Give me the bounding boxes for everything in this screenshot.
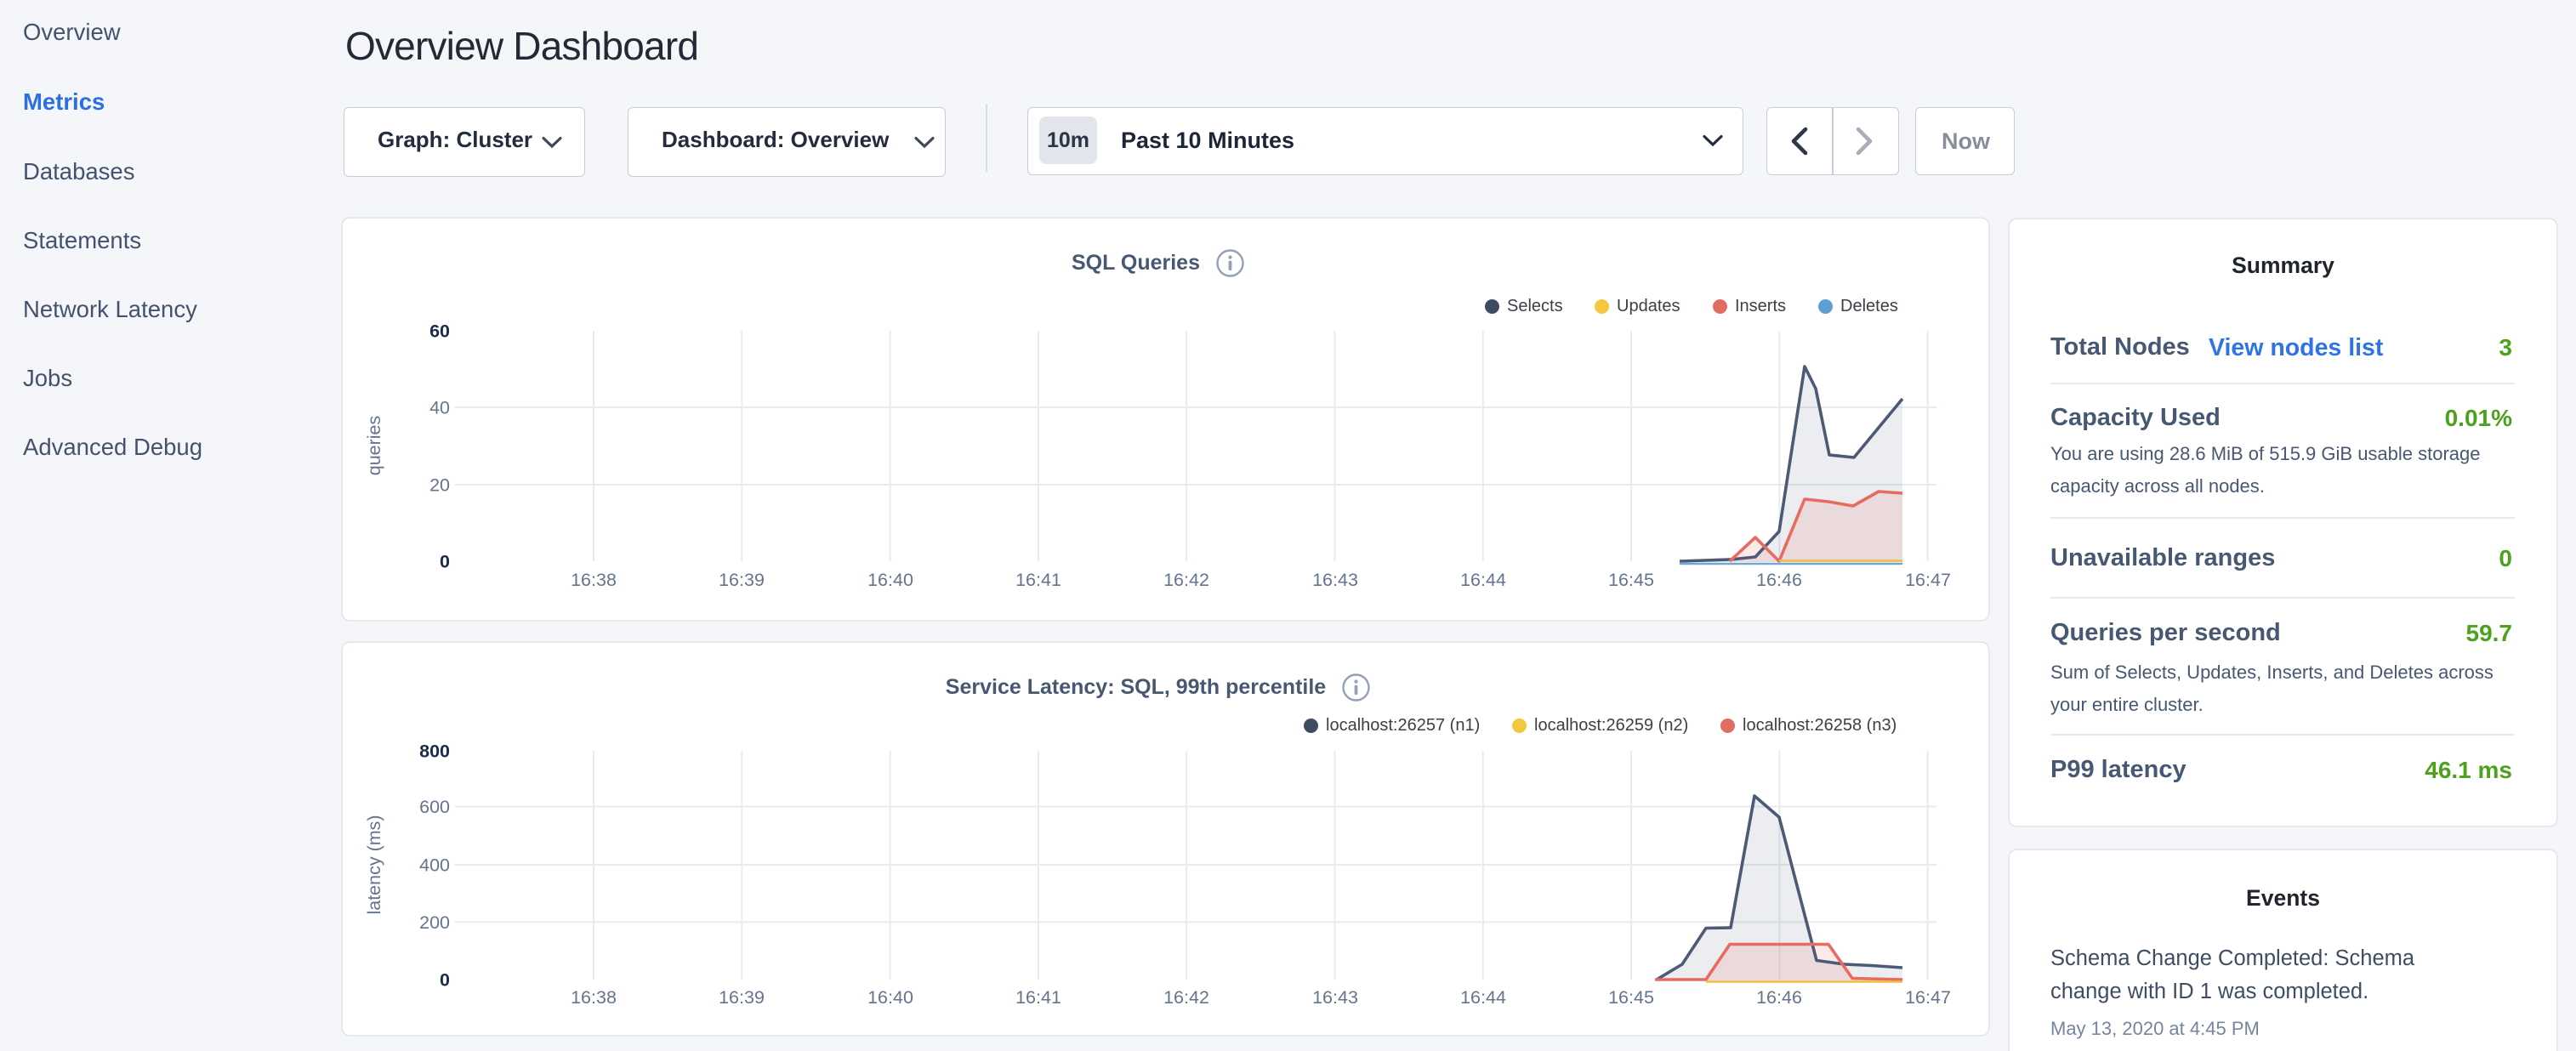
svg-text:16:40: 16:40	[867, 570, 913, 590]
svg-text:20: 20	[429, 475, 450, 496]
svg-text:16:43: 16:43	[1312, 570, 1358, 590]
svg-text:0: 0	[440, 552, 450, 572]
svg-text:800: 800	[419, 741, 450, 762]
svg-text:16:39: 16:39	[719, 987, 765, 1008]
svg-text:60: 60	[429, 321, 450, 342]
svg-text:400: 400	[419, 855, 450, 876]
svg-text:200: 200	[419, 912, 450, 933]
svg-text:latency (ms): latency (ms)	[364, 815, 384, 914]
svg-text:16:42: 16:42	[1163, 987, 1209, 1008]
svg-text:16:47: 16:47	[1905, 987, 1951, 1008]
svg-text:16:40: 16:40	[867, 987, 913, 1008]
svg-text:16:45: 16:45	[1608, 987, 1654, 1008]
svg-text:queries: queries	[364, 416, 384, 476]
svg-text:16:41: 16:41	[1015, 987, 1061, 1008]
svg-text:16:39: 16:39	[719, 570, 765, 590]
svg-text:16:44: 16:44	[1460, 987, 1506, 1008]
svg-text:0: 0	[440, 970, 450, 991]
svg-text:16:43: 16:43	[1312, 987, 1358, 1008]
svg-text:16:42: 16:42	[1163, 570, 1209, 590]
svg-text:16:38: 16:38	[571, 987, 617, 1008]
svg-text:16:41: 16:41	[1015, 570, 1061, 590]
svg-text:600: 600	[419, 797, 450, 817]
svg-text:16:47: 16:47	[1905, 570, 1951, 590]
svg-text:16:46: 16:46	[1756, 987, 1802, 1008]
svg-text:16:45: 16:45	[1608, 570, 1654, 590]
svg-text:40: 40	[429, 398, 450, 418]
svg-text:16:46: 16:46	[1756, 570, 1802, 590]
svg-text:16:38: 16:38	[571, 570, 617, 590]
svg-text:16:44: 16:44	[1460, 570, 1506, 590]
